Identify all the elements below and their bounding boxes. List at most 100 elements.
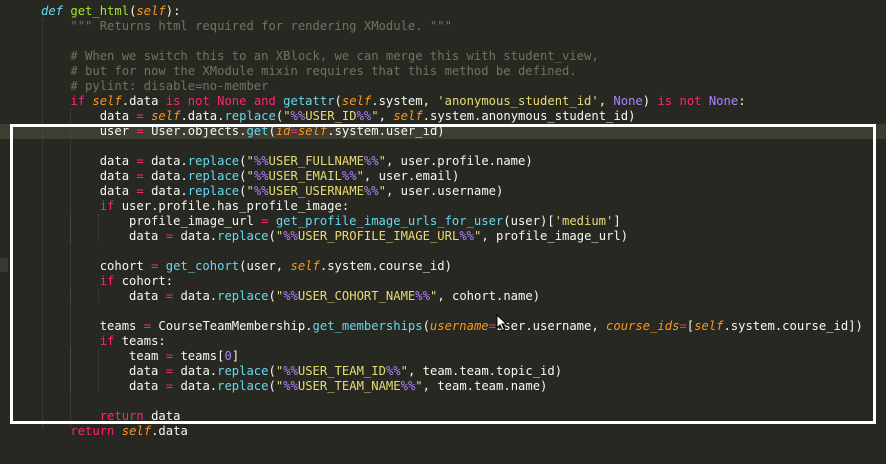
code-line[interactable]: # pylint: disable=no-member	[0, 79, 268, 94]
code-line[interactable]: def get_html(self):	[0, 4, 180, 19]
code-token: %%	[283, 364, 298, 378]
code-token: data.	[180, 229, 218, 243]
code-line[interactable]: data = data.replace("%%USER_EMAIL%%", us…	[0, 169, 460, 184]
code-token: USER_TEAM_ID	[297, 364, 386, 378]
code-token: data.	[151, 169, 188, 183]
code-line[interactable]: team = teams[0]	[0, 349, 239, 364]
code-editor[interactable]: def get_html(self): """ Returns html req…	[0, 0, 886, 464]
code-token: .data	[121, 94, 166, 108]
code-token: USER_TEAM_NAME	[297, 379, 401, 393]
code-token: "	[415, 379, 423, 393]
code-token: =	[261, 214, 276, 228]
code-token: .system.course_id)	[319, 259, 452, 273]
code-token: self	[694, 319, 724, 333]
code-token: %%	[253, 184, 269, 198]
code-line[interactable]: # When we switch this to an XBlock, we c…	[0, 49, 598, 64]
code-token: # but for now the XModule mixin requires…	[70, 64, 577, 78]
code-line[interactable]: if user.profile.has_profile_image:	[0, 199, 349, 214]
code-line[interactable]	[0, 139, 41, 154]
code-token: , team.team.name)	[422, 379, 548, 393]
code-line[interactable]: return data	[0, 409, 181, 424]
code-line[interactable]	[0, 304, 41, 319]
code-line[interactable]: data = data.replace("%%USER_PROFILE_IMAG…	[0, 229, 628, 244]
code-token: .system.course_id])	[723, 319, 863, 333]
code-token: course_ids	[606, 319, 680, 333]
code-line[interactable]: if self.data is not None and getattr(sel…	[0, 94, 745, 109]
code-token: data.	[151, 154, 188, 168]
code-token: .system.anonymous_student_id)	[422, 109, 636, 123]
code-line[interactable]: profile_image_url = get_profile_image_ur…	[0, 214, 621, 229]
code-token: .system.user_id)	[327, 124, 445, 138]
code-line[interactable]: data = self.data.replace("%%USER_ID%%", …	[0, 109, 636, 124]
code-token: )	[642, 94, 658, 108]
code-token: %%	[341, 169, 357, 183]
code-token: (	[268, 229, 276, 243]
code-token: if	[99, 274, 122, 288]
code-token: =	[165, 229, 181, 243]
code-token: (	[268, 379, 276, 393]
code-token: "	[356, 169, 364, 183]
code-line[interactable]: data = data.replace("%%USER_TEAM_ID%%", …	[0, 364, 562, 379]
code-token: replace	[187, 169, 240, 183]
code-token: =	[165, 289, 181, 303]
code-token: %%	[459, 229, 474, 243]
code-line[interactable]: # but for now the XModule mixin requires…	[0, 64, 577, 79]
code-token: username	[429, 319, 489, 333]
code-line[interactable]: cohort = get_cohort(user, self.system.co…	[0, 259, 452, 274]
code-token: teams	[41, 319, 144, 333]
code-token: =	[136, 184, 152, 198]
code-line[interactable]: if cohort:	[0, 274, 173, 289]
indent-guide	[98, 289, 99, 302]
code-token: =	[143, 319, 159, 333]
code-line[interactable]: data = data.replace("%%USER_FULLNAME%%",…	[0, 154, 533, 169]
code-line[interactable]	[0, 244, 41, 259]
code-token: replace	[217, 229, 269, 243]
code-line[interactable]: data = data.replace("%%USER_TEAM_NAME%%"…	[0, 379, 547, 394]
code-token: ):	[165, 4, 181, 18]
code-line[interactable]: if teams:	[0, 334, 166, 349]
code-line[interactable]: user = User.objects.get(id=self.system.u…	[0, 124, 886, 139]
code-token: self	[341, 94, 372, 108]
code-token: .data.	[180, 109, 225, 123]
code-line[interactable]	[0, 394, 41, 409]
code-token: User.objects.	[151, 124, 247, 138]
code-token: """ Returns html required for rendering …	[70, 19, 452, 33]
code-token: if	[70, 94, 93, 108]
code-token: is not	[657, 94, 709, 108]
code-line[interactable]	[0, 34, 41, 49]
code-line[interactable]: data = data.replace("%%USER_USERNAME%%",…	[0, 184, 504, 199]
code-token: data	[41, 289, 166, 303]
code-token: %%	[385, 364, 401, 378]
code-token: %%	[253, 154, 269, 168]
code-token: None	[708, 94, 739, 108]
indent-guide	[70, 349, 71, 392]
code-token: =	[679, 319, 687, 333]
code-token: , team.team.topic_id)	[407, 364, 563, 378]
code-token: self	[297, 124, 328, 138]
code-line[interactable]: return self.data	[0, 424, 187, 439]
code-token: return	[99, 409, 152, 423]
code-token: , profile_image_url)	[481, 229, 629, 243]
code-line[interactable]: """ Returns html required for rendering …	[0, 19, 452, 34]
code-line[interactable]: teams = CourseTeamMembership.get_members…	[0, 319, 863, 334]
indent-guide	[98, 349, 99, 392]
code-token: cohort:	[121, 274, 174, 288]
code-token: self	[151, 109, 181, 123]
code-token: %%	[283, 289, 298, 303]
code-token: 0	[224, 349, 232, 363]
code-token: =	[136, 154, 152, 168]
code-token: USER_COHORT_NAME	[297, 289, 416, 303]
code-token: 'medium'	[554, 214, 614, 228]
code-token: user.profile.has_profile_image:	[121, 199, 350, 213]
code-token: =	[290, 124, 298, 138]
code-token: replace	[217, 289, 269, 303]
code-token: replace	[224, 109, 276, 123]
code-token: replace	[217, 379, 269, 393]
code-token: , user.email)	[363, 169, 460, 183]
code-token: , user.username)	[385, 184, 504, 198]
code-line[interactable]: data = data.replace("%%USER_COHORT_NAME%…	[0, 289, 540, 304]
code-token: # pylint: disable=no-member	[70, 79, 269, 93]
code-token: team	[41, 349, 166, 363]
code-token: %%	[363, 184, 379, 198]
